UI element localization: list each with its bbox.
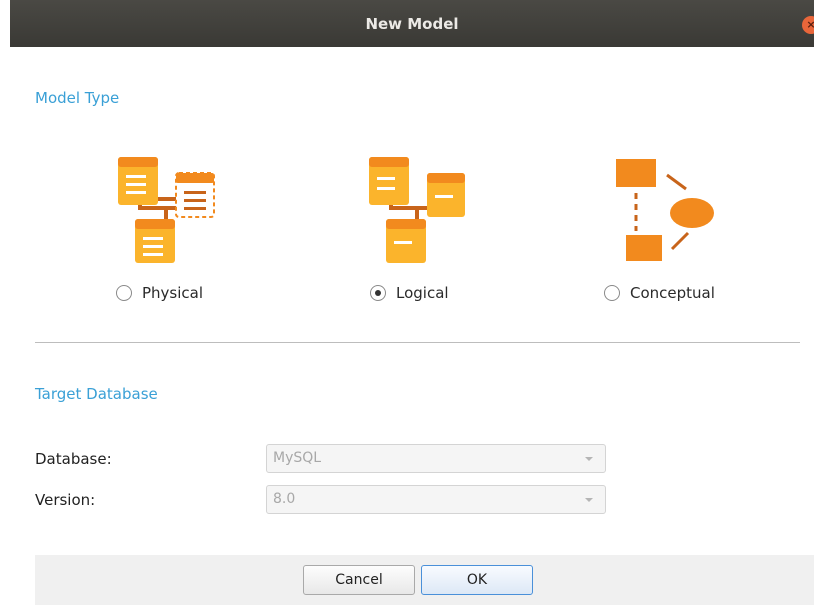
radio-physical-label: Physical bbox=[142, 284, 204, 302]
version-select-value: 8.0 bbox=[273, 491, 296, 507]
conceptual-model-icon bbox=[612, 153, 722, 273]
radio-physical[interactable]: Physical bbox=[116, 284, 203, 302]
database-label: Database: bbox=[35, 450, 112, 468]
model-type-heading: Model Type bbox=[35, 89, 120, 107]
dialog-titlebar: New Model × bbox=[10, 0, 814, 47]
radio-logical-label: Logical bbox=[396, 284, 449, 302]
database-select-value: MySQL bbox=[273, 450, 322, 466]
version-label: Version: bbox=[35, 491, 96, 509]
radio-conceptual[interactable]: Conceptual bbox=[604, 284, 715, 302]
dialog-title: New Model bbox=[365, 14, 459, 33]
database-select[interactable]: MySQL bbox=[266, 444, 606, 473]
section-divider bbox=[35, 342, 800, 343]
cancel-button[interactable]: Cancel bbox=[303, 565, 415, 595]
radio-logical[interactable]: Logical bbox=[370, 284, 449, 302]
logical-model-icon bbox=[361, 153, 471, 273]
radio-conceptual-label: Conceptual bbox=[630, 284, 715, 302]
chevron-down-icon bbox=[585, 498, 593, 502]
chevron-down-icon bbox=[585, 457, 593, 461]
radio-logical-indicator[interactable] bbox=[370, 285, 386, 301]
version-select[interactable]: 8.0 bbox=[266, 485, 606, 514]
physical-model-icon bbox=[110, 153, 220, 273]
radio-physical-indicator[interactable] bbox=[116, 285, 132, 301]
close-icon[interactable]: × bbox=[802, 16, 814, 34]
ok-button[interactable]: OK bbox=[421, 565, 533, 595]
dialog-footer: Cancel OK bbox=[35, 555, 814, 605]
target-database-heading: Target Database bbox=[35, 385, 158, 403]
radio-conceptual-indicator[interactable] bbox=[604, 285, 620, 301]
